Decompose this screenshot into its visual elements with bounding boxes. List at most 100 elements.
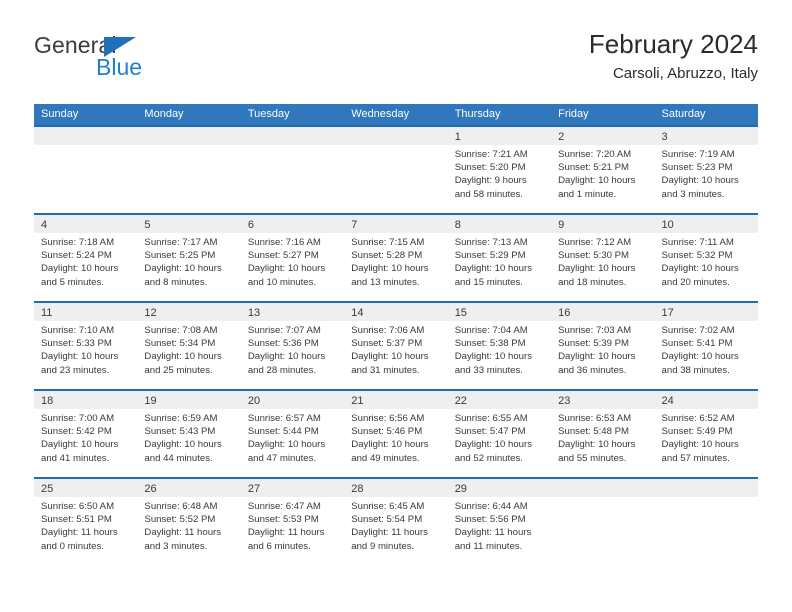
- daylight-text: Daylight: 10 hours and 28 minutes.: [247, 351, 326, 376]
- calendar-day-cell[interactable]: 15 Sunrise: 7:04 AM Sunset: 5:38 PM Dayligh…: [447, 303, 552, 389]
- calendar-week-row: 18 Sunrise: 7:00 AM Sunset: 5:42 PM Dayligh…: [34, 389, 758, 477]
- sunrise-text: Sunrise: 6:45 AM: [351, 501, 425, 512]
- sunset-text: Sunset: 5:25 PM: [144, 250, 216, 262]
- daylight-text: Daylight: 10 hours and 57 minutes.: [661, 439, 739, 464]
- calendar-day-cell[interactable]: 27 Sunrise: 6:47 AM Sunset: 5:53 PM Dayligh…: [240, 479, 345, 567]
- calendar-day-cell[interactable]: 19 Sunrise: 6:59 AM Sunset: 5:43 PM Dayligh…: [137, 391, 241, 477]
- day-number-band: 20: [240, 391, 345, 409]
- calendar-day-cell[interactable]: 4 Sunrise: 7:18 AM Sunset: 5:24 PM Daylight…: [34, 215, 138, 301]
- day-number-band: 18: [34, 391, 138, 409]
- calendar-day-cell[interactable]: 3 Sunrise: 7:19 AM Sunset: 5:23 PM Daylight…: [654, 127, 758, 213]
- calendar-day-cell-empty: [344, 127, 448, 213]
- day-number-band: [551, 479, 655, 497]
- sunrise-text: Sunrise: 7:07 AM: [247, 325, 321, 336]
- day-number: 29: [454, 483, 467, 495]
- sunset-text: Sunset: 5:54 PM: [351, 514, 423, 526]
- calendar-day-cell[interactable]: 11 Sunrise: 7:10 AM Sunset: 5:33 PM Dayligh…: [34, 303, 138, 389]
- day-number-band: 2: [551, 127, 655, 145]
- calendar-day-cell[interactable]: 2 Sunrise: 7:20 AM Sunset: 5:21 PM Daylight…: [551, 127, 655, 213]
- sunrise-text: Sunrise: 6:50 AM: [41, 501, 115, 512]
- calendar-day-cell-empty: [137, 127, 241, 213]
- calendar-page: General Blue February 2024 Carsoli, Abru…: [0, 0, 792, 612]
- sunrise-text: Sunrise: 6:44 AM: [454, 501, 528, 512]
- calendar-day-cell[interactable]: 9 Sunrise: 7:12 AM Sunset: 5:30 PM Daylight…: [551, 215, 655, 301]
- daylight-text: Daylight: 10 hours and 52 minutes.: [454, 439, 533, 464]
- daylight-text: Daylight: 11 hours and 9 minutes.: [351, 527, 428, 552]
- day-details: Sunrise: 6:56 AM Sunset: 5:46 PM Daylight:…: [344, 409, 447, 465]
- calendar-day-cell[interactable]: 1 Sunrise: 7:21 AM Sunset: 5:20 PM Daylight…: [447, 127, 552, 213]
- calendar-day-cell[interactable]: 28 Sunrise: 6:45 AM Sunset: 5:54 PM Dayligh…: [344, 479, 448, 567]
- sunrise-text: Sunrise: 6:55 AM: [454, 413, 528, 424]
- sunset-text: Sunset: 5:41 PM: [661, 338, 733, 350]
- calendar-day-cell[interactable]: 18 Sunrise: 7:00 AM Sunset: 5:42 PM Dayligh…: [34, 391, 138, 477]
- day-number: 22: [454, 395, 467, 407]
- calendar-day-cell[interactable]: 10 Sunrise: 7:11 AM Sunset: 5:32 PM Dayligh…: [654, 215, 758, 301]
- calendar-day-cell[interactable]: 5 Sunrise: 7:17 AM Sunset: 5:25 PM Daylight…: [137, 215, 241, 301]
- sunrise-text: Sunrise: 7:12 AM: [558, 237, 632, 248]
- weekday-header-saturday: Saturday: [661, 108, 706, 120]
- sunset-text: Sunset: 5:20 PM: [454, 162, 526, 174]
- day-number: 13: [247, 307, 261, 319]
- calendar-day-cell[interactable]: 26 Sunrise: 6:48 AM Sunset: 5:52 PM Dayligh…: [137, 479, 241, 567]
- calendar-day-cell[interactable]: 16 Sunrise: 7:03 AM Sunset: 5:39 PM Dayligh…: [551, 303, 655, 389]
- sunrise-text: Sunrise: 7:10 AM: [41, 325, 115, 336]
- day-number: 25: [41, 483, 54, 495]
- calendar-day-cell[interactable]: 22 Sunrise: 6:55 AM Sunset: 5:47 PM Dayligh…: [447, 391, 552, 477]
- weekday-header-sunday: Sunday: [41, 108, 79, 120]
- calendar-day-cell[interactable]: 23 Sunrise: 6:53 AM Sunset: 5:48 PM Dayligh…: [551, 391, 655, 477]
- day-details: Sunrise: 6:52 AM Sunset: 5:49 PM Daylight:…: [655, 409, 758, 465]
- brand-logo[interactable]: General Blue: [34, 32, 264, 90]
- calendar-day-cell[interactable]: 29 Sunrise: 6:44 AM Sunset: 5:56 PM Dayligh…: [447, 479, 552, 567]
- calendar-day-cell[interactable]: 25 Sunrise: 6:50 AM Sunset: 5:51 PM Dayligh…: [34, 479, 138, 567]
- daylight-text: Daylight: 10 hours and 55 minutes.: [558, 439, 636, 464]
- sunrise-text: Sunrise: 7:11 AM: [661, 237, 734, 248]
- calendar-day-cell[interactable]: 14 Sunrise: 7:06 AM Sunset: 5:37 PM Dayligh…: [344, 303, 448, 389]
- day-number-band: 29: [447, 479, 552, 497]
- daylight-text: Daylight: 10 hours and 1 minute.: [558, 175, 636, 200]
- day-number-band: 28: [344, 479, 448, 497]
- daylight-text: Daylight: 10 hours and 23 minutes.: [41, 351, 119, 376]
- calendar-day-cell-empty: [654, 479, 758, 567]
- day-number: 3: [661, 131, 668, 143]
- daylight-text: Daylight: 10 hours and 13 minutes.: [351, 263, 429, 288]
- day-details: Sunrise: 7:21 AM Sunset: 5:20 PM Daylight:…: [448, 145, 551, 201]
- sunrise-text: Sunrise: 7:04 AM: [454, 325, 528, 336]
- sunset-text: Sunset: 5:51 PM: [41, 514, 112, 526]
- day-number-band: [137, 127, 241, 145]
- calendar-day-cell[interactable]: 13 Sunrise: 7:07 AM Sunset: 5:36 PM Dayligh…: [240, 303, 345, 389]
- sunset-text: Sunset: 5:36 PM: [247, 338, 319, 350]
- sunrise-text: Sunrise: 7:13 AM: [454, 237, 528, 248]
- daylight-text: Daylight: 10 hours and 18 minutes.: [558, 263, 636, 288]
- day-number: 15: [454, 307, 467, 319]
- day-number: 1: [454, 131, 461, 143]
- day-details: Sunrise: 7:19 AM Sunset: 5:23 PM Daylight:…: [655, 145, 758, 201]
- calendar-day-cell[interactable]: 24 Sunrise: 6:52 AM Sunset: 5:49 PM Dayligh…: [654, 391, 758, 477]
- sunset-text: Sunset: 5:29 PM: [454, 250, 526, 262]
- calendar-day-cell[interactable]: 8 Sunrise: 7:13 AM Sunset: 5:29 PM Daylight…: [447, 215, 552, 301]
- calendar-day-cell[interactable]: 6 Sunrise: 7:16 AM Sunset: 5:27 PM Daylight…: [240, 215, 345, 301]
- day-number: 17: [661, 307, 674, 319]
- day-details: Sunrise: 7:10 AM Sunset: 5:33 PM Daylight:…: [34, 321, 137, 377]
- day-number-band: [240, 127, 345, 145]
- page-subtitle: Carsoli, Abruzzo, Italy: [612, 65, 758, 82]
- day-number: 26: [144, 483, 157, 495]
- day-details: [344, 145, 447, 148]
- calendar-day-cell[interactable]: 21 Sunrise: 6:56 AM Sunset: 5:46 PM Dayligh…: [344, 391, 448, 477]
- calendar-day-cell[interactable]: 17 Sunrise: 7:02 AM Sunset: 5:41 PM Dayligh…: [654, 303, 758, 389]
- day-number-band: 16: [551, 303, 655, 321]
- day-details: Sunrise: 6:47 AM Sunset: 5:53 PM Daylight:…: [241, 497, 344, 553]
- sunset-text: Sunset: 5:44 PM: [247, 426, 319, 438]
- calendar-day-cell[interactable]: 20 Sunrise: 6:57 AM Sunset: 5:44 PM Dayligh…: [240, 391, 345, 477]
- day-details: [241, 145, 344, 148]
- day-number-band: 6: [240, 215, 345, 233]
- weekday-header-monday: Monday: [144, 108, 184, 120]
- day-details: Sunrise: 7:18 AM Sunset: 5:24 PM Daylight:…: [34, 233, 137, 289]
- daylight-text: Daylight: 11 hours and 6 minutes.: [247, 527, 325, 552]
- day-details: Sunrise: 7:11 AM Sunset: 5:32 PM Daylight:…: [655, 233, 758, 289]
- day-number: 19: [144, 395, 157, 407]
- calendar-day-cell[interactable]: 12 Sunrise: 7:08 AM Sunset: 5:34 PM Dayligh…: [137, 303, 241, 389]
- daylight-text: Daylight: 10 hours and 10 minutes.: [247, 263, 326, 288]
- day-details: Sunrise: 7:12 AM Sunset: 5:30 PM Daylight:…: [551, 233, 654, 289]
- sunrise-text: Sunrise: 7:15 AM: [351, 237, 425, 248]
- calendar-day-cell[interactable]: 7 Sunrise: 7:15 AM Sunset: 5:28 PM Daylight…: [344, 215, 448, 301]
